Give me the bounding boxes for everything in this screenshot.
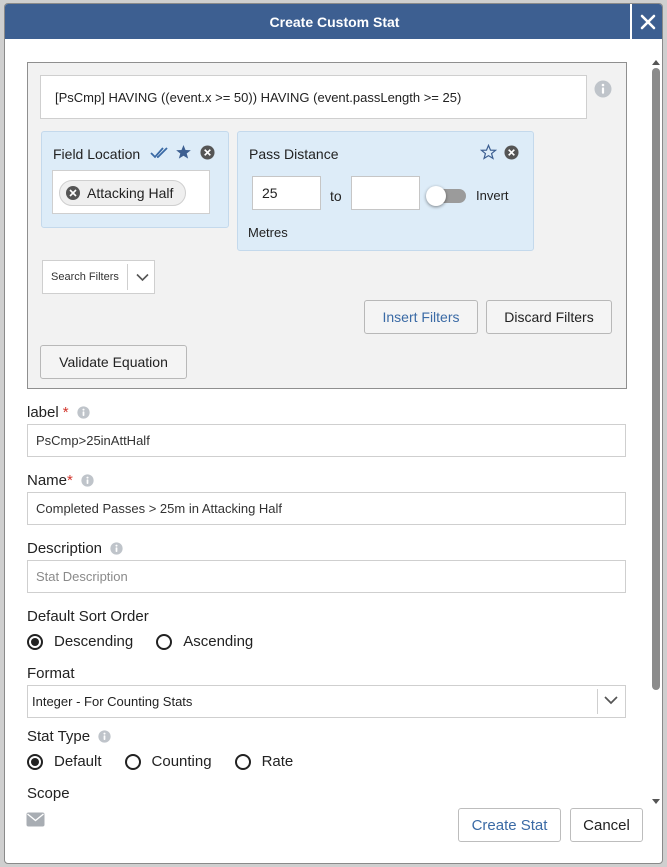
name-input[interactable]: Completed Passes > 25m in Attacking Half: [27, 492, 626, 525]
validate-equation-button[interactable]: Validate Equation: [40, 345, 187, 379]
remove-filter-icon[interactable]: [200, 145, 215, 160]
dialog-title: Create Custom Stat: [269, 13, 400, 30]
stat-type-info-icon[interactable]: [98, 730, 111, 743]
description-field-label: Description: [27, 540, 123, 557]
create-stat-button[interactable]: Create Stat: [458, 808, 561, 842]
radio-button[interactable]: [124, 753, 141, 770]
search-filters-select[interactable]: Search Filters: [42, 260, 155, 294]
name-field-label: Name *: [27, 472, 94, 489]
sort-order-label: Default Sort Order: [27, 608, 149, 625]
scroll-down-arrow-icon[interactable]: [651, 798, 661, 806]
toggle-knob: [426, 186, 446, 206]
name-info-icon[interactable]: [81, 474, 94, 487]
radio-button-checked[interactable]: [27, 633, 43, 650]
radio-counting[interactable]: Counting: [124, 753, 212, 770]
stat-type-label: Stat Type: [27, 728, 111, 745]
radio-button-checked[interactable]: [27, 753, 43, 770]
radio-default[interactable]: Default: [27, 753, 102, 770]
stat-type-radio-group: Default Counting Rate: [27, 753, 316, 770]
max-distance-input[interactable]: [351, 176, 420, 210]
radio-rate[interactable]: Rate: [234, 753, 293, 770]
double-check-icon[interactable]: [150, 147, 170, 159]
scrollbar-thumb[interactable]: [652, 68, 660, 690]
search-filters-placeholder: Search Filters: [51, 271, 119, 283]
format-select[interactable]: Integer - For Counting Stats: [27, 685, 626, 718]
unit-label: Metres: [248, 225, 288, 240]
sort-order-radio-group: Descending Ascending: [27, 633, 276, 650]
radio-button[interactable]: [156, 633, 173, 650]
label-info-icon[interactable]: [76, 406, 90, 419]
star-outline-icon[interactable]: [480, 144, 497, 160]
equation-info-icon[interactable]: [594, 80, 612, 98]
scope-label: Scope: [27, 785, 70, 802]
format-label: Format: [27, 665, 75, 682]
discard-filters-button[interactable]: Discard Filters: [486, 300, 612, 334]
label-input[interactable]: PsCmp>25inAttHalf: [27, 424, 626, 457]
radio-button[interactable]: [234, 753, 251, 770]
pass-distance-title: Pass Distance: [249, 146, 339, 162]
invert-label: Invert: [476, 188, 509, 203]
pass-distance-filter-card: Pass Distance 25 to Invert Metres: [237, 131, 534, 251]
insert-filters-button[interactable]: Insert Filters: [364, 300, 478, 334]
radio-descending[interactable]: Descending: [27, 633, 133, 650]
chip-label: Attacking Half: [87, 185, 174, 201]
dialog-titlebar: Create Custom Stat: [5, 4, 662, 39]
envelope-icon[interactable]: [26, 812, 45, 827]
remove-filter-icon[interactable]: [504, 145, 519, 160]
close-icon: [640, 14, 656, 29]
chevron-down-icon: [604, 696, 618, 705]
create-custom-stat-dialog: Create Custom Stat [PsCmp] HAVING ((even…: [4, 3, 663, 864]
equation-builder-panel: [PsCmp] HAVING ((event.x >= 50)) HAVING …: [27, 62, 627, 389]
description-input[interactable]: Stat Description: [27, 560, 626, 593]
to-label: to: [330, 188, 342, 204]
close-button[interactable]: [630, 4, 662, 39]
scroll-up-arrow-icon[interactable]: [651, 58, 661, 66]
invert-toggle[interactable]: [426, 186, 466, 206]
star-filled-icon[interactable]: [175, 144, 192, 160]
chip-remove-icon[interactable]: [66, 186, 80, 200]
field-location-filter-card: Field Location Attacking Half: [41, 131, 229, 228]
cancel-button[interactable]: Cancel: [570, 808, 643, 842]
radio-ascending[interactable]: Ascending: [156, 633, 253, 650]
label-field-label: label *: [27, 404, 90, 421]
equation-text: [PsCmp] HAVING ((event.x >= 50)) HAVING …: [55, 89, 462, 105]
field-location-chip-container: Attacking Half: [52, 170, 210, 214]
scrollbar[interactable]: [651, 58, 661, 806]
attacking-half-chip[interactable]: Attacking Half: [59, 180, 187, 206]
chevron-down-icon: [136, 273, 149, 282]
min-distance-input[interactable]: 25: [252, 176, 321, 210]
description-info-icon[interactable]: [110, 542, 123, 555]
equation-input[interactable]: [PsCmp] HAVING ((event.x >= 50)) HAVING …: [40, 75, 587, 119]
field-location-title: Field Location: [53, 146, 141, 162]
